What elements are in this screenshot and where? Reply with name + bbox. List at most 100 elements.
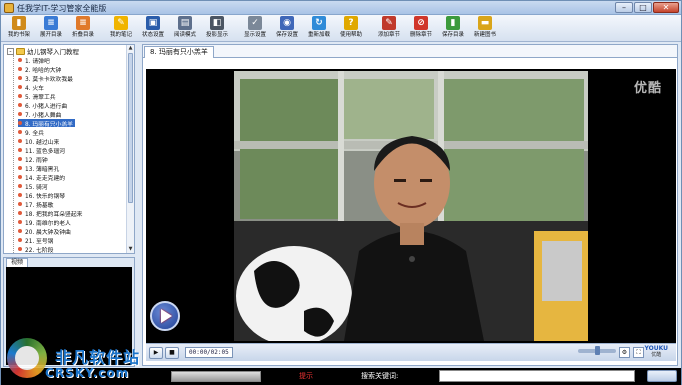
- lesson-icon: [18, 157, 22, 161]
- lesson-icon: [18, 166, 22, 170]
- tree-item-label: 16. 快乐的钢琴: [25, 193, 66, 200]
- tree-item-label: 2. 哈哈的大钟: [25, 67, 62, 74]
- tree-item[interactable]: 15. 骑河: [18, 182, 48, 191]
- tab-current-lesson[interactable]: 8. 玛丽有只小羔羊: [144, 46, 214, 58]
- scroll-thumb[interactable]: [128, 53, 133, 203]
- lesson-icon: [18, 112, 22, 116]
- tree-item[interactable]: 13. 薄暗黑孔: [18, 164, 59, 173]
- tree-item[interactable]: 2. 哈哈的大钟: [18, 65, 62, 74]
- lesson-icon: [18, 184, 22, 188]
- tree-item[interactable]: 8. 玛丽有只小羔羊: [18, 119, 75, 128]
- tree-item[interactable]: 14. 走走克建的: [18, 173, 65, 182]
- toolbar-button-5[interactable]: ▣ 状态设置: [137, 15, 169, 42]
- tree-item[interactable]: 6. 小猪人进行曲: [18, 101, 67, 110]
- tree-item[interactable]: 3. 莫卡卡欢欢我最: [18, 74, 73, 83]
- tab-video[interactable]: 视频: [6, 258, 29, 267]
- lesson-icon: [18, 175, 22, 179]
- projector-icon: ◧: [210, 16, 224, 30]
- tree-item[interactable]: 19. 南维尔的老人: [18, 218, 71, 227]
- tree-item[interactable]: 11. 蓝色多瑙河: [18, 146, 65, 155]
- collapse-toggle-icon[interactable]: -: [7, 47, 14, 55]
- tree-item[interactable]: 1. 请弹吧: [18, 56, 50, 65]
- lesson-icon: [18, 247, 22, 251]
- volume-knob[interactable]: [594, 346, 600, 355]
- tree-item[interactable]: 20. 晨大钟及钟曲: [18, 227, 71, 236]
- collapse-catalog-icon: ≡: [76, 16, 90, 30]
- save-settings-icon: ◉: [280, 16, 294, 30]
- lesson-icon: [18, 211, 22, 215]
- toolbar-button-2[interactable]: ≡ 展开目录: [35, 15, 67, 42]
- lesson-icon: [18, 85, 22, 89]
- lesson-icon: [18, 202, 22, 206]
- toolbar-button-12[interactable]: ✎ 添加章节: [373, 15, 405, 42]
- toolbar-button-14[interactable]: ▮ 保存目录: [437, 15, 469, 42]
- toolbar-button-label: 折叠目录: [71, 32, 94, 38]
- tree-item[interactable]: 22. 七阶段: [18, 245, 53, 253]
- toolbar-button-1[interactable]: ▮ 我的书架: [3, 15, 35, 42]
- tree-item[interactable]: 17. 扬基歌: [18, 200, 53, 209]
- lesson-icon: [18, 76, 22, 80]
- site-watermark-logo: 非凡软件站 CRSKY.com: [7, 332, 167, 382]
- tree-item-label: 12. 雨钟: [25, 157, 48, 164]
- close-button[interactable]: ✕: [653, 2, 679, 13]
- toolbar-button-label: 重新加载: [307, 32, 330, 38]
- player-controls: ▶ ■ 00:00/02:05 ⚙ ⛶ YOUKU 优酷: [146, 343, 676, 361]
- toolbar-button-3[interactable]: ≡ 折叠目录: [67, 15, 99, 42]
- toolbar-button-label: 保存设置: [275, 32, 298, 38]
- toolbar-button-7[interactable]: ◧ 投影显示: [201, 15, 233, 42]
- toolbar-button-label: 添加章节: [377, 32, 400, 38]
- toolbar-button-label: 使用帮助: [339, 32, 362, 38]
- scroll-down-icon[interactable]: ▼: [127, 246, 134, 253]
- tree-item[interactable]: 21. 至号钢: [18, 236, 53, 245]
- tree-item[interactable]: 12. 雨钟: [18, 155, 48, 164]
- youku-logo-sub: 优酷: [651, 352, 662, 358]
- tree-item[interactable]: 4. 火车: [18, 83, 44, 92]
- settings-icon[interactable]: ⚙: [619, 347, 630, 358]
- stop-button[interactable]: ■: [165, 346, 179, 359]
- video-player[interactable]: 优酷: [146, 69, 676, 343]
- tree-root[interactable]: - 幼儿钢琴入门教程: [7, 46, 79, 56]
- toolbar-button-11[interactable]: ? 使用帮助: [335, 15, 367, 42]
- toolbar-button-label: 删除章节: [409, 32, 432, 38]
- toolbar-button-label: 状态设置: [141, 32, 164, 38]
- reading-mode-icon: ▤: [178, 16, 192, 30]
- toolbar-button-13[interactable]: ⊘ 删除章节: [405, 15, 437, 42]
- tree-item[interactable]: 10. 越过山来: [18, 137, 59, 146]
- tree-item-label: 20. 晨大钟及钟曲: [25, 229, 71, 236]
- tree-item-label: 4. 火车: [25, 85, 44, 92]
- toolbar-button-9[interactable]: ◉ 保存设置: [271, 15, 303, 42]
- tree-item[interactable]: 5. 滑翠工兵: [18, 92, 56, 101]
- lesson-icon: [18, 103, 22, 107]
- search-button[interactable]: [647, 370, 677, 382]
- search-input[interactable]: [439, 370, 635, 382]
- toolbar-button-10[interactable]: ↻ 重新加载: [303, 15, 335, 42]
- toolbar-button-label: 显示设置: [243, 32, 266, 38]
- catalog-scrollbar[interactable]: ▲ ▼: [126, 45, 134, 253]
- lesson-icon: [18, 58, 22, 62]
- lesson-icon: [18, 238, 22, 242]
- toolbar-button-8[interactable]: ✓ 显示设置: [239, 15, 271, 42]
- new-book-icon: ▬: [478, 16, 492, 30]
- toolbar-button-15[interactable]: ▬ 新建图书: [469, 15, 501, 42]
- tree-item[interactable]: 7. 小猪人舞曲: [18, 110, 61, 119]
- fullscreen-icon[interactable]: ⛶: [633, 347, 644, 358]
- lesson-icon: [18, 193, 22, 197]
- minimize-button[interactable]: –: [615, 2, 633, 13]
- toolbar-button-6[interactable]: ▤ 阅读模式: [169, 15, 201, 42]
- maximize-button[interactable]: □: [634, 2, 652, 13]
- toolbar-button-label: 保存目录: [441, 32, 464, 38]
- tree-item-label: 15. 骑河: [25, 184, 48, 191]
- search-label: 搜索关键词:: [361, 372, 399, 380]
- tree-item[interactable]: 16. 快乐的钢琴: [18, 191, 66, 200]
- lesson-icon: [18, 67, 22, 71]
- lesson-icon: [18, 220, 22, 224]
- tree-item[interactable]: 18. 把我的耳朵竖起来: [18, 209, 82, 218]
- video-frame: [234, 71, 588, 341]
- scroll-up-icon[interactable]: ▲: [127, 45, 134, 52]
- play-overlay-button[interactable]: [150, 301, 180, 331]
- toolbar-button-4[interactable]: ✎ 我的笔记: [105, 15, 137, 42]
- toolbar-button-label: 新建图书: [473, 32, 496, 38]
- volume-slider[interactable]: [578, 346, 616, 355]
- tree-item[interactable]: 9. 全兵: [18, 128, 44, 137]
- folder-icon: [16, 47, 25, 55]
